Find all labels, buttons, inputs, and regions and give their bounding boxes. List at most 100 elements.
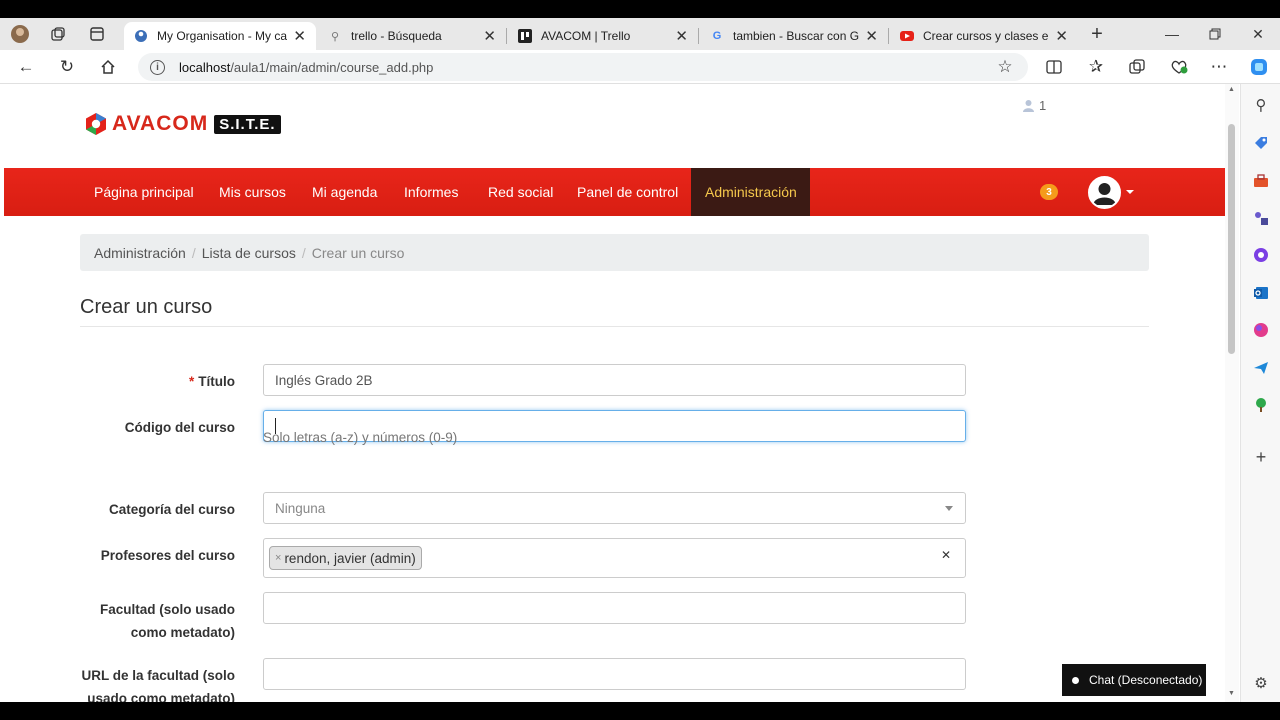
- breadcrumb-item-lista-de-cursos[interactable]: Lista de cursos: [202, 245, 296, 261]
- required-asterisk: *: [188, 374, 195, 389]
- faculty-input[interactable]: [263, 592, 966, 624]
- add-icon[interactable]: +: [1252, 447, 1270, 467]
- brand-suffix: S.I.T.E.: [214, 114, 281, 134]
- main-navbar: Página principal Mis cursos Mi agenda In…: [4, 168, 1225, 216]
- shopping-tag-icon[interactable]: [1252, 134, 1270, 152]
- close-tab-icon[interactable]: ✕: [1055, 27, 1068, 45]
- google-favicon-icon: G: [712, 30, 722, 42]
- course-code-label: Código del curso: [124, 420, 235, 435]
- workspaces-icon[interactable]: [48, 24, 68, 44]
- tab-strip: My Organisation - My cam ✕ ⚲ trello - Bú…: [0, 18, 1280, 50]
- chat-label: Chat (Desconectado): [1089, 673, 1203, 687]
- more-menu-icon[interactable]: ⋯: [1209, 57, 1229, 77]
- browser-window: My Organisation - My cam ✕ ⚲ trello - Bú…: [0, 18, 1280, 702]
- chat-widget[interactable]: Chat (Desconectado): [1062, 664, 1206, 696]
- settings-gear-icon[interactable]: ⚙: [1252, 674, 1270, 692]
- address-bar: ← ↻ i localhost/aula1/main/admin/course_…: [0, 50, 1280, 84]
- title-input[interactable]: Inglés Grado 2B: [263, 364, 966, 396]
- copilot-icon[interactable]: [1249, 57, 1269, 77]
- page-scrollbar[interactable]: ▲ ▼: [1225, 84, 1239, 702]
- toolbox-icon[interactable]: [1252, 172, 1270, 190]
- youtube-favicon-icon: [900, 29, 914, 43]
- favorites-icon[interactable]: ✰: [1086, 57, 1106, 77]
- split-screen-icon[interactable]: [1044, 57, 1064, 77]
- course-code-help: Solo letras (a-z) y números (0-9): [263, 430, 458, 445]
- tree-icon[interactable]: [1252, 396, 1270, 414]
- nav-item-administracion[interactable]: Administración: [691, 168, 810, 216]
- tab-google-search[interactable]: G tambien - Buscar con Goo ✕: [700, 22, 888, 50]
- faculty-url-input[interactable]: [263, 658, 966, 690]
- chamilo-favicon-icon: [134, 29, 148, 43]
- new-tab-icon[interactable]: +: [1087, 23, 1107, 45]
- faculty-url-label: URL de la facultad (solo usado como metad…: [81, 668, 235, 702]
- close-window-icon[interactable]: ✕: [1248, 24, 1268, 44]
- site-logo[interactable]: AVACOM S.I.T.E.: [84, 112, 281, 136]
- favorite-star-icon[interactable]: ☆: [995, 57, 1015, 77]
- avacom-hexagon-icon: [86, 113, 106, 135]
- online-users[interactable]: 1: [1022, 98, 1046, 113]
- user-icon: [1023, 99, 1034, 112]
- user-menu-caret-icon[interactable]: [1126, 190, 1134, 194]
- edge-sidebar: ⚲ + ⚙: [1240, 84, 1280, 702]
- send-icon[interactable]: [1252, 359, 1270, 377]
- nav-item-panel-de-control[interactable]: Panel de control: [577, 168, 678, 216]
- course-category-select[interactable]: Ninguna: [263, 492, 966, 524]
- scroll-thumb[interactable]: [1228, 124, 1235, 354]
- chevron-down-icon: [945, 506, 953, 511]
- restore-icon[interactable]: [1205, 24, 1225, 44]
- title-input-value: Inglés Grado 2B: [275, 372, 373, 388]
- home-icon[interactable]: [98, 57, 118, 77]
- browser-essentials-icon[interactable]: [1169, 57, 1189, 77]
- refresh-icon[interactable]: ↻: [57, 57, 77, 77]
- nav-item-pagina-principal[interactable]: Página principal: [94, 168, 194, 216]
- collections-icon[interactable]: [1127, 57, 1147, 77]
- course-category-value: Ninguna: [275, 500, 326, 516]
- url-input[interactable]: i localhost/aula1/main/admin/course_add.…: [138, 53, 1028, 81]
- tab-title: AVACOM | Trello: [541, 29, 631, 43]
- back-arrow-icon[interactable]: ←: [16, 57, 36, 77]
- faculty-label: Facultad (solo usado como metadato): [99, 602, 235, 640]
- profile-avatar-icon[interactable]: [10, 24, 30, 44]
- games-icon[interactable]: [1252, 209, 1270, 227]
- minimize-icon[interactable]: —: [1162, 24, 1182, 44]
- close-tab-icon[interactable]: ✕: [675, 27, 688, 45]
- tab-my-organisation[interactable]: My Organisation - My cam ✕: [124, 22, 316, 50]
- user-avatar-icon: [1090, 178, 1119, 207]
- course-teachers-label: Profesores del curso: [100, 548, 235, 563]
- course-teachers-select[interactable]: × rendon, javier (admin) ✕: [263, 538, 966, 578]
- search-icon[interactable]: ⚲: [1252, 96, 1270, 114]
- teacher-chip-label: rendon, javier (admin): [284, 550, 416, 566]
- remove-chip-icon[interactable]: ×: [275, 552, 281, 564]
- page-title: Crear un curso: [80, 296, 213, 318]
- user-avatar[interactable]: [1088, 176, 1121, 209]
- site-info-icon[interactable]: i: [150, 59, 165, 75]
- nav-item-red-social[interactable]: Red social: [488, 168, 553, 216]
- tab-trello-search[interactable]: ⚲ trello - Búsqueda ✕: [318, 22, 506, 50]
- close-tab-icon[interactable]: ✕: [865, 27, 878, 45]
- close-tab-icon[interactable]: ✕: [483, 27, 496, 45]
- outlook-icon[interactable]: [1252, 284, 1270, 302]
- url-host: localhost: [179, 59, 231, 75]
- tab-actions-icon[interactable]: [87, 24, 107, 44]
- course-category-label: Categoría del curso: [108, 502, 235, 517]
- microsoft-365-icon[interactable]: [1252, 246, 1270, 264]
- chat-status-dot-icon: [1072, 676, 1079, 684]
- notification-badge[interactable]: 3: [1040, 184, 1058, 200]
- designer-icon[interactable]: [1252, 321, 1270, 339]
- search-icon: ⚲: [330, 30, 340, 43]
- tab-title: Crear cursos y clases en C: [923, 29, 1049, 43]
- nav-item-mis-cursos[interactable]: Mis cursos: [219, 168, 286, 216]
- breadcrumb-item-administracion[interactable]: Administración: [94, 245, 186, 261]
- teacher-chip[interactable]: × rendon, javier (admin): [269, 546, 422, 570]
- tab-avacom-trello[interactable]: AVACOM | Trello ✕: [508, 22, 698, 50]
- tab-title: My Organisation - My cam: [157, 29, 288, 43]
- tab-youtube-video[interactable]: Crear cursos y clases en C ✕: [890, 22, 1078, 50]
- clear-selection-icon[interactable]: ✕: [941, 548, 951, 562]
- tab-title: trello - Búsqueda: [351, 29, 442, 43]
- breadcrumb-item-current: Crear un curso: [311, 244, 405, 261]
- online-users-count: 1: [1039, 98, 1047, 113]
- page-content: AVACOM S.I.T.E. 1 Página principal Mis c…: [4, 84, 1225, 702]
- close-tab-icon[interactable]: ✕: [293, 27, 306, 45]
- nav-item-informes[interactable]: Informes: [404, 168, 458, 216]
- nav-item-mi-agenda[interactable]: Mi agenda: [312, 168, 377, 216]
